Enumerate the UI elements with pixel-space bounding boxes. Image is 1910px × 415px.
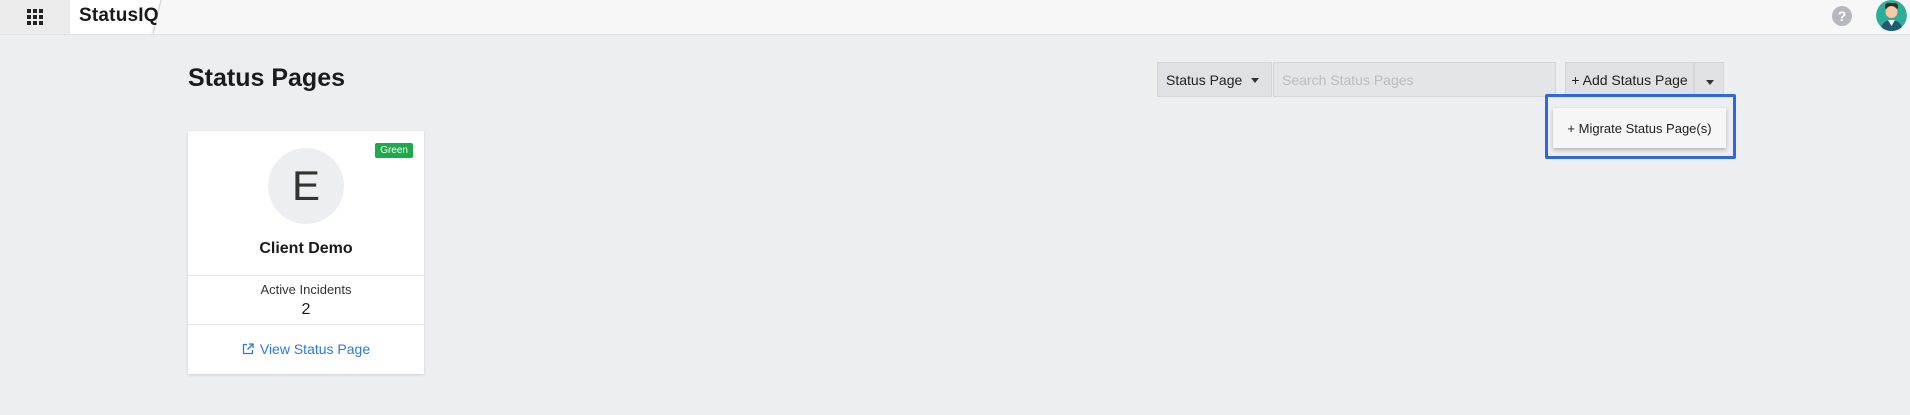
page-type-select[interactable]: Status Page [1157,62,1272,97]
app-name[interactable]: StatusIQ [79,5,159,27]
help-icon[interactable]: ? [1832,6,1852,26]
status-page-avatar: E [268,148,344,224]
apps-grid-icon[interactable] [0,0,70,34]
chevron-down-icon [1706,80,1714,85]
external-link-icon [242,343,254,355]
active-incidents-label: Active Incidents [260,282,352,297]
status-badge: Green [375,143,413,158]
migrate-status-page-menu-item[interactable]: + Migrate Status Page(s) [1553,108,1726,148]
view-status-page-label: View Status Page [259,341,371,357]
active-incidents-count: 2 [301,301,311,318]
add-status-page-button[interactable]: + Add Status Page [1565,62,1694,97]
add-options-dropdown-button[interactable] [1694,62,1724,97]
chevron-down-icon [1251,78,1259,83]
status-page-name[interactable]: Client Demo [188,240,424,258]
page-type-select-label: Status Page [1166,71,1243,88]
top-bar: StatusIQ ? [0,0,1910,35]
page-title: Status Pages [188,64,346,92]
status-page-card[interactable]: Green E Client Demo Active Incidents 2 V… [188,131,424,374]
search-input[interactable] [1273,62,1556,97]
divider [188,324,424,325]
divider [188,275,424,276]
user-avatar[interactable] [1876,0,1907,31]
view-status-page-link[interactable]: View Status Page [188,341,424,357]
